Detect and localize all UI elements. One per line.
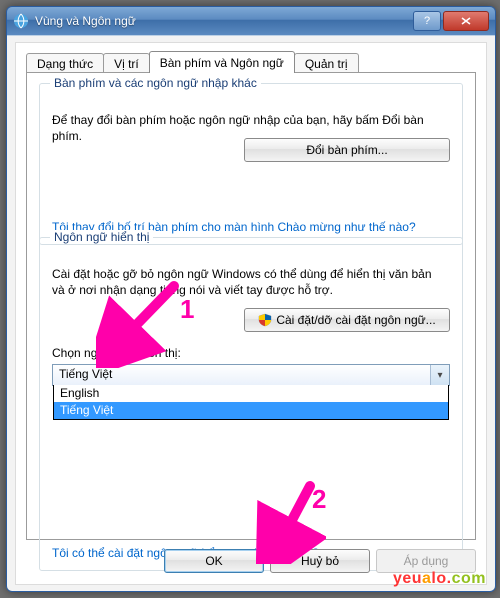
tab-location[interactable]: Vị trí [103, 53, 150, 74]
group-keyboards-legend: Bàn phím và các ngôn ngữ nhập khác [50, 76, 261, 90]
watermark: yeualo.com [393, 570, 486, 588]
group-display-language-desc: Cài đặt hoặc gỡ bỏ ngôn ngữ Windows có t… [52, 266, 450, 298]
display-language-dropdown: English Tiếng Việt [53, 385, 449, 420]
window-title: Vùng và Ngôn ngữ [35, 14, 411, 28]
help-button[interactable]: ? [413, 11, 441, 31]
cancel-button[interactable]: Huỷ bỏ [270, 549, 370, 573]
display-language-label: Chọn ngôn ngữ hiển thị: [52, 346, 181, 360]
tabstrip: Dạng thức Vị trí Bàn phím và Ngôn ngữ Qu… [26, 51, 358, 73]
group-display-language: Ngôn ngữ hiển thị Cài đặt hoặc gỡ bỏ ngô… [39, 237, 463, 571]
group-keyboards: Bàn phím và các ngôn ngữ nhập khác Để th… [39, 83, 463, 245]
app-icon [13, 13, 29, 29]
tab-keyboards-languages[interactable]: Bàn phím và Ngôn ngữ [149, 51, 295, 73]
option-english[interactable]: English [54, 385, 448, 402]
client-area: Dạng thức Vị trí Bàn phím và Ngôn ngữ Qu… [7, 35, 495, 591]
display-language-combo[interactable]: Tiếng Việt ▾ English Tiếng Việt [52, 364, 450, 386]
shield-icon [258, 313, 272, 327]
option-tieng-viet[interactable]: Tiếng Việt [54, 402, 448, 419]
display-language-selected: Tiếng Việt [59, 367, 112, 381]
dialog-window: Vùng và Ngôn ngữ ? Dạng thức Vị trí Bàn … [6, 6, 496, 592]
install-uninstall-languages-label: Cài đặt/dỡ cài đặt ngôn ngữ... [276, 313, 435, 327]
tab-administrative[interactable]: Quản trị [294, 53, 359, 74]
chevron-down-icon[interactable]: ▾ [430, 365, 449, 385]
group-display-language-legend: Ngôn ngữ hiển thị [50, 230, 153, 244]
change-keyboards-button[interactable]: Đổi bàn phím... [244, 138, 450, 162]
change-keyboards-label: Đổi bàn phím... [306, 143, 387, 157]
install-uninstall-languages-button[interactable]: Cài đặt/dỡ cài đặt ngôn ngữ... [244, 308, 450, 332]
tabpage-keyboards-languages: Bàn phím và các ngôn ngữ nhập khác Để th… [26, 72, 476, 540]
titlebar[interactable]: Vùng và Ngôn ngữ ? [7, 7, 495, 35]
tab-formats[interactable]: Dạng thức [26, 53, 104, 74]
close-button[interactable] [443, 11, 489, 31]
ok-button[interactable]: OK [164, 549, 264, 573]
